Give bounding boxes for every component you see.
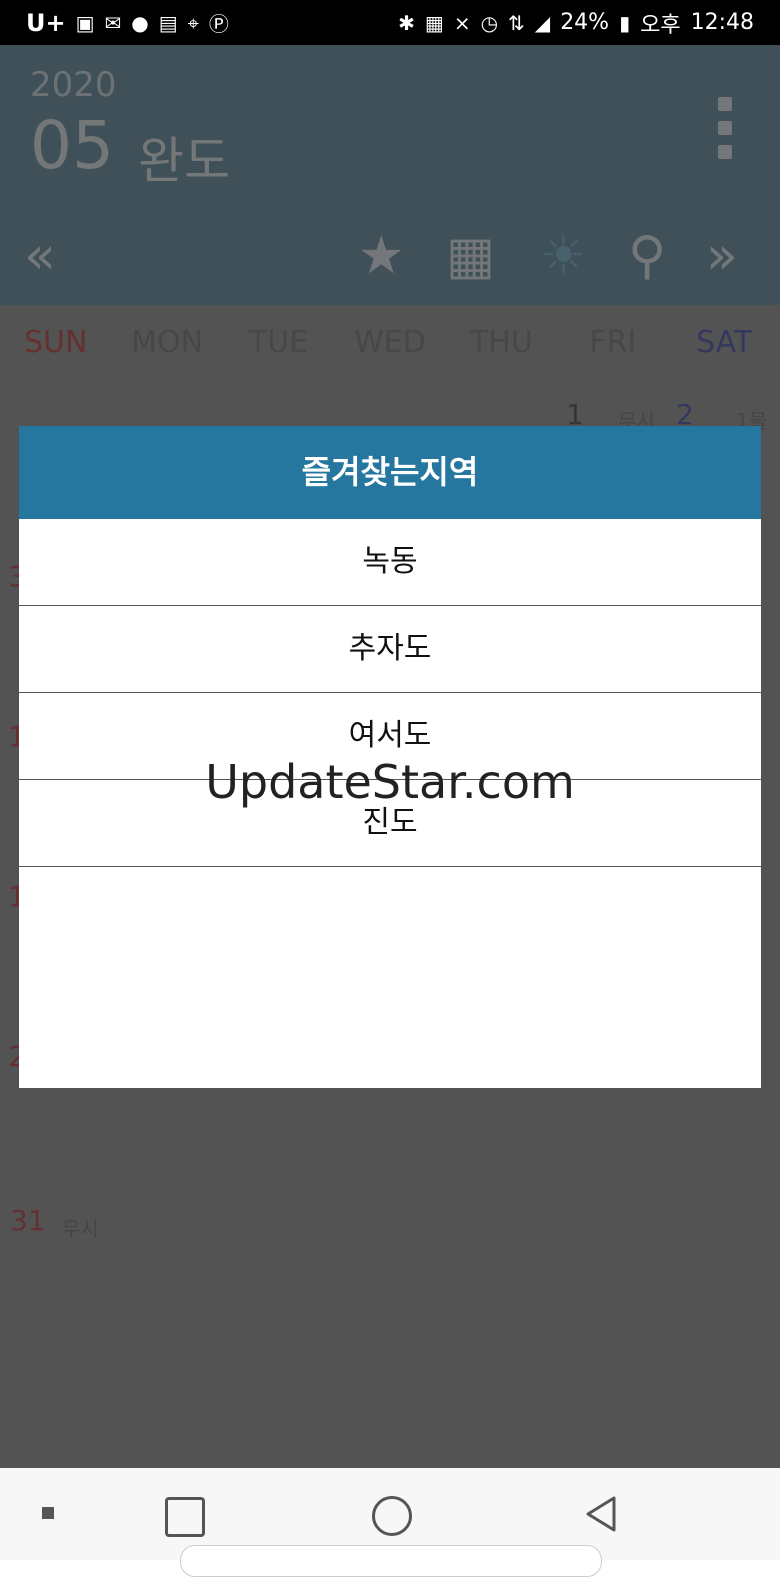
status-bar-right: ✱ ▦ ⨯ ◷ ⇅ ◢ 24% ▮ 오후 12:48 <box>398 7 754 39</box>
message-icon: ✉ <box>104 10 122 35</box>
watermark: UpdateStar.com <box>205 755 575 809</box>
status-bar: U+ ▣ ✉ ● ▤ ⌖ Ⓟ ✱ ▦ ⨯ ◷ ⇅ ◢ 24% ▮ 오후 12:4… <box>0 0 780 45</box>
recent-apps-icon[interactable] <box>165 1497 205 1537</box>
bottom-pill <box>180 1545 602 1577</box>
alarm-icon: ◷ <box>480 10 499 35</box>
nfc-icon: ▦ <box>424 10 444 35</box>
home-icon[interactable] <box>372 1496 412 1536</box>
dialog-title: 즐겨찾는지역 <box>19 426 761 519</box>
kakaotalk-icon: ● <box>131 10 149 35</box>
clock-time: 12:48 <box>690 10 754 35</box>
dot-indicator-icon[interactable] <box>42 1507 54 1519</box>
back-icon[interactable] <box>582 1494 622 1534</box>
time-ampm: 오후 <box>640 12 681 38</box>
status-bar-left: U+ ▣ ✉ ● ▤ ⌖ Ⓟ <box>26 8 229 37</box>
image-icon: ▣ <box>75 10 95 35</box>
region-item[interactable]: 추자도 <box>19 606 761 693</box>
battery-icon: ▮ <box>619 10 631 35</box>
lte-icon: ⇅ <box>508 10 525 35</box>
battery-percent: 24% <box>560 10 610 35</box>
p-icon: Ⓟ <box>208 12 229 36</box>
mute-icon: ⨯ <box>453 10 471 35</box>
usb-icon: ⌖ <box>187 10 199 35</box>
region-item[interactable]: 녹동 <box>19 519 761 606</box>
signal-icon: ◢ <box>534 10 551 35</box>
carrier-label: U+ <box>26 8 66 37</box>
wallet-icon: ▤ <box>158 10 178 35</box>
bluetooth-icon: ✱ <box>398 10 415 35</box>
